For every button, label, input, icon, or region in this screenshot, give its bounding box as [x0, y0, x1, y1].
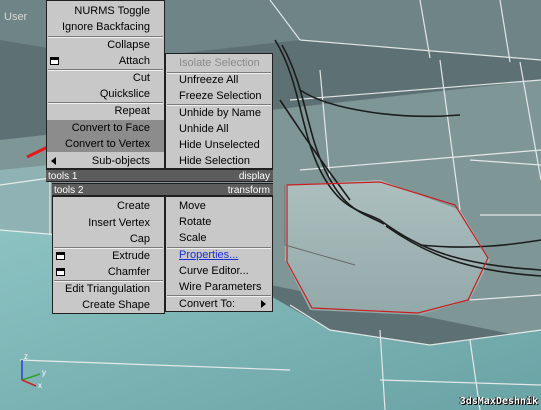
- menu-item-unhide-all[interactable]: Unhide All: [166, 121, 272, 137]
- menu-item-cap[interactable]: Cap: [53, 231, 164, 247]
- axis-tripod: z y x: [21, 352, 46, 390]
- quad-label-tools1: tools 1: [48, 171, 78, 182]
- menu-item-ignore-backfacing[interactable]: Ignore Backfacing: [47, 19, 164, 35]
- menu-item-quickslice[interactable]: Quickslice: [47, 86, 164, 102]
- axis-z-label: z: [24, 352, 28, 361]
- menu-item-extrude[interactable]: Extrude: [53, 248, 164, 264]
- menu-item-unfreeze-all[interactable]: Unfreeze All: [166, 72, 272, 88]
- menu-item-nurms-toggle[interactable]: NURMS Toggle: [47, 3, 164, 19]
- submenu-arrow-left-icon: [51, 157, 56, 165]
- menu-item-create[interactable]: Create: [53, 198, 164, 214]
- menu-item-curve-editor[interactable]: Curve Editor...: [166, 263, 272, 279]
- quad-menu-display: Isolate Selection Unfreeze All Freeze Se…: [165, 53, 273, 169]
- menu-item-insert-vertex[interactable]: Insert Vertex: [53, 215, 164, 231]
- menu-item-convert-to-vertex[interactable]: Convert to Vertex: [47, 136, 164, 152]
- quad-label-display: display: [238, 171, 270, 182]
- quad-header-tools2-transform[interactable]: tools 2 transform: [52, 183, 273, 196]
- menu-item-collapse[interactable]: Collapse: [47, 37, 164, 53]
- menu-item-convert-to[interactable]: Convert To:: [166, 296, 272, 312]
- menu-item-chamfer[interactable]: Chamfer: [53, 264, 164, 280]
- settings-box-icon[interactable]: [50, 57, 59, 65]
- settings-box-icon[interactable]: [56, 268, 65, 276]
- menu-item-attach[interactable]: Attach: [47, 53, 164, 69]
- menu-item-scale[interactable]: Scale: [166, 230, 272, 246]
- menu-item-convert-to-face[interactable]: Convert to Face: [47, 120, 164, 136]
- settings-box-icon[interactable]: [56, 252, 65, 260]
- quad-menu-tools: NURMS Toggle Ignore Backfacing Collapse …: [46, 0, 165, 169]
- axis-y-label: y: [42, 368, 46, 377]
- menu-item-cut[interactable]: Cut: [47, 70, 164, 86]
- viewport-label[interactable]: User: [4, 11, 27, 23]
- quad-menu-transform: Move Rotate Scale Properties... Curve Ed…: [165, 196, 273, 312]
- menu-item-move[interactable]: Move: [166, 198, 272, 214]
- menu-item-edit-triangulation[interactable]: Edit Triangulation: [53, 281, 164, 297]
- menu-item-hide-selection[interactable]: Hide Selection: [166, 153, 272, 169]
- menu-item-properties[interactable]: Properties...: [166, 247, 272, 263]
- menu-item-wire-parameters[interactable]: Wire Parameters: [166, 279, 272, 295]
- menu-item-unhide-by-name[interactable]: Unhide by Name: [166, 105, 272, 121]
- quad-menu-tools2: Create Insert Vertex Cap Extrude Chamfer…: [52, 196, 165, 314]
- menu-item-repeat[interactable]: Repeat: [47, 103, 164, 119]
- submenu-arrow-right-icon: [261, 300, 266, 308]
- watermark: 3dsMaxDeshnik: [459, 396, 538, 407]
- menu-item-freeze-selection[interactable]: Freeze Selection: [166, 88, 272, 104]
- menu-item-create-shape[interactable]: Create Shape: [53, 297, 164, 313]
- menu-item-sub-objects[interactable]: Sub-objects: [47, 153, 164, 169]
- menu-item-hide-unselected[interactable]: Hide Unselected: [166, 137, 272, 153]
- menu-item-rotate[interactable]: Rotate: [166, 214, 272, 230]
- axis-x-label: x: [38, 381, 42, 390]
- quad-header-tools1-display[interactable]: tools 1 display: [46, 169, 273, 182]
- menu-item-isolate-selection: Isolate Selection: [179, 57, 260, 69]
